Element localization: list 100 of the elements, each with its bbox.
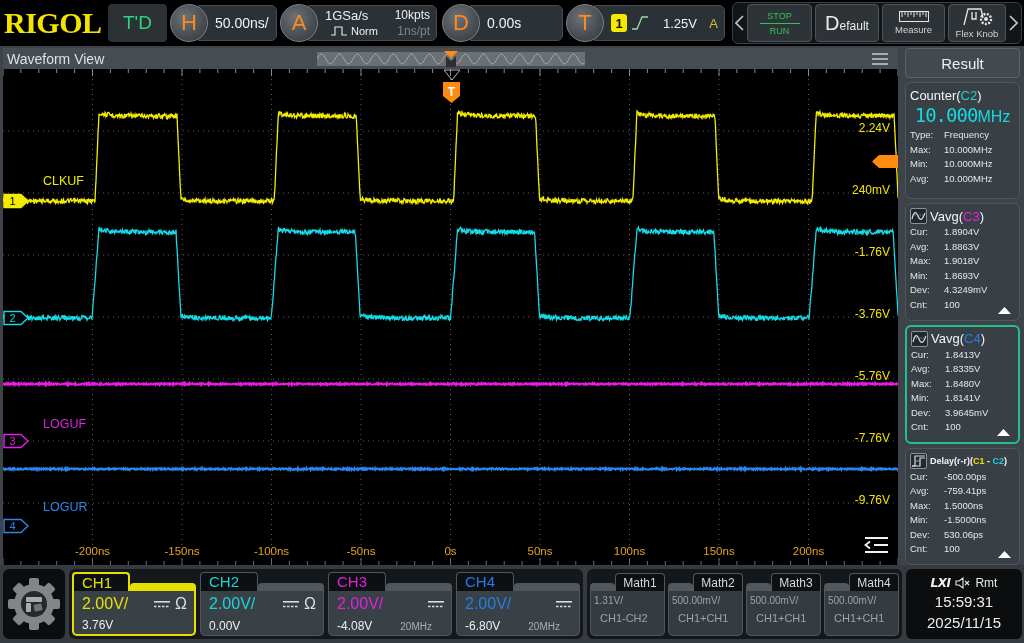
memory-overview-bar[interactable] <box>316 51 585 66</box>
measure-value: 1.8413V <box>945 347 981 362</box>
trigger-source-badge: 1 <box>611 14 627 32</box>
trigger-level-marker-icon[interactable] <box>872 155 898 168</box>
channel-marker[interactable]: 3 <box>3 433 30 449</box>
measure-label: Max: <box>910 142 931 157</box>
measure-label: Cur: <box>910 469 928 484</box>
math-panel[interactable]: 1.31V/ CH1-CH2 <box>590 591 665 636</box>
channel-tab[interactable]: CH4 <box>456 572 514 591</box>
channel-tab[interactable]: CH3 <box>328 572 386 591</box>
measure-label: Dev: <box>910 283 930 298</box>
measurement-title: Vavg(C3) <box>930 208 984 224</box>
tab-ledge <box>746 583 771 591</box>
math-tab[interactable]: Math1 <box>615 573 665 591</box>
window-title: Waveform View <box>6 50 105 67</box>
measure-value: -1.5000ns <box>944 513 987 528</box>
vertical-scale: 2.00V/ <box>465 595 512 613</box>
sample-rate: 1GSa/s <box>325 7 369 23</box>
gear-logo-icon[interactable] <box>3 569 65 639</box>
measure-value: 1.9018V <box>944 254 980 269</box>
tab-ledge <box>590 583 615 591</box>
math-panel[interactable]: 500.00mV/ CH1+CH1 <box>668 591 743 636</box>
measurement-card[interactable]: Vavg(C4) Cur: 1.8413V Avg: 1.8335V Max: 1.8480V Min: 1.8141V Dev: 3.9645mV Cnt: 100 <box>905 324 1020 444</box>
channel-panel[interactable]: 2.00V/ Ω 3.76V <box>72 591 196 636</box>
impedance-symbol: Ω <box>175 595 187 613</box>
measure-value: 1.8863V <box>944 239 980 254</box>
measurement-card[interactable]: Counter(C2) 10.000MHz Type: Frequency Max: 10.000MHz Min: 10.000MHz Avg: 10.000MHz <box>905 82 1020 200</box>
collapse-menu-icon[interactable] <box>863 536 890 554</box>
dc-coupling-icon <box>428 600 444 608</box>
math-expression: CH1-CH2 <box>599 612 649 624</box>
time-axis-label: 0s <box>444 545 457 557</box>
collapse-triangle-icon[interactable] <box>997 428 1010 436</box>
math-tab[interactable]: Math4 <box>849 573 899 591</box>
measure-value: -500.00ps <box>944 469 987 484</box>
delay-value: 0.00s <box>487 15 522 31</box>
time-axis-label: 150ns <box>703 545 735 557</box>
math-expression: CH1+CH1 <box>677 612 730 624</box>
channel-marker[interactable]: 4 <box>3 518 30 534</box>
impedance-symbol: Ω <box>304 595 316 613</box>
run-stop-button[interactable]: STOP RUN <box>747 4 812 42</box>
channel-tab[interactable]: CH2 <box>200 572 258 591</box>
tab-ledge <box>824 583 849 591</box>
measure-label: Min: <box>910 268 928 283</box>
vertical-offset: 3.76V <box>82 618 114 632</box>
math-panel[interactable]: 500.00mV/ CH1+CH1 <box>824 591 899 636</box>
tab-ledge <box>130 583 196 591</box>
channel-panel[interactable]: 2.00V/ Ω 0.00V <box>200 591 324 636</box>
voltage-axis-label: 2.24V <box>858 121 890 135</box>
measure-label: Min: <box>910 157 928 171</box>
measure-label: Min: <box>910 513 928 528</box>
measure-label: Dev: <box>910 527 930 542</box>
measure-value: 1.8693V <box>944 268 980 283</box>
collapse-triangle-icon[interactable] <box>998 551 1011 558</box>
chevron-left-icon[interactable] <box>735 15 744 31</box>
chevron-right-icon[interactable] <box>1009 15 1018 31</box>
memory-depth: 10kpts <box>394 7 430 23</box>
menu-icon[interactable] <box>872 52 888 65</box>
channel-marker[interactable]: 1 <box>3 193 30 209</box>
time-axis-label: -50ns <box>346 545 376 557</box>
measure-label: Avg: <box>910 484 929 499</box>
time-axis-label: 50ns <box>527 545 553 557</box>
tab-ledge <box>514 583 580 591</box>
default-button[interactable]: Default <box>815 4 879 42</box>
trace-label: LOGUF <box>43 417 87 431</box>
measurement-card[interactable]: Delay(r-r)(C1 - C2) Cur: -500.00ps Avg: -759.41ps Max: 1.5000ns Min: -1.5000ns Dev: 530.06ps Cnt: 100 <box>905 447 1020 565</box>
math-expression: CH1+CH1 <box>833 612 886 624</box>
dc-coupling-icon <box>283 600 300 608</box>
vertical-scale: 2.00V/ <box>337 595 384 613</box>
vertical-offset: 0.00V <box>209 619 241 633</box>
collapse-triangle-icon[interactable] <box>998 306 1011 314</box>
measure-value: 100 <box>944 297 960 312</box>
channel-tab[interactable]: CH1 <box>72 572 130 591</box>
bandwidth-limit: 20MHz <box>528 620 560 632</box>
bandwidth-limit: 20MHz <box>400 620 432 632</box>
channel-panel[interactable]: 2.00V/ -4.08V 20MHz <box>328 591 452 636</box>
voltage-axis-label: -5.76V <box>854 369 890 383</box>
channel-panel[interactable]: 2.00V/ -6.80V 20MHz <box>456 591 580 636</box>
trigger-pointer-icon <box>443 69 461 81</box>
measure-value: -759.41ps <box>944 484 987 499</box>
trigger-panel[interactable]: 1 1.25V A <box>594 5 725 41</box>
flex-knob-button[interactable]: Flex Knob <box>948 4 1006 42</box>
measure-button[interactable]: Measure <box>882 4 945 42</box>
measure-value: 10.000MHz <box>944 142 993 157</box>
dc-coupling-icon <box>154 600 171 608</box>
measure-label: Cur: <box>910 225 928 240</box>
channel-marker[interactable]: 2 <box>3 310 30 326</box>
time-axis-label: 100ns <box>613 545 646 557</box>
math-expression: CH1+CH1 <box>755 612 808 624</box>
time-axis-label: -100ns <box>253 545 290 557</box>
math-tab[interactable]: Math2 <box>693 573 743 591</box>
trigger-status: T'D <box>108 4 167 42</box>
measurement-card[interactable]: Vavg(C3) Cur: 1.8904V Avg: 1.8863V Max: 1.9018V Min: 1.8693V Dev: 4.3249mV Cnt: 100 <box>905 203 1020 321</box>
math-panel[interactable]: 500.00mV/ CH1+CH1 <box>746 591 821 636</box>
acquire-panel[interactable]: 1GSa/s 10kpts Norm 1ns/pt <box>308 5 437 41</box>
measure-value: 1.8141V <box>945 391 981 405</box>
measure-value: 100 <box>945 420 961 434</box>
measure-value: 1.8904V <box>944 225 980 240</box>
vertical-scale: 2.00V/ <box>82 595 129 613</box>
math-tab[interactable]: Math3 <box>771 573 821 591</box>
time-axis-label: -200ns <box>74 545 111 557</box>
